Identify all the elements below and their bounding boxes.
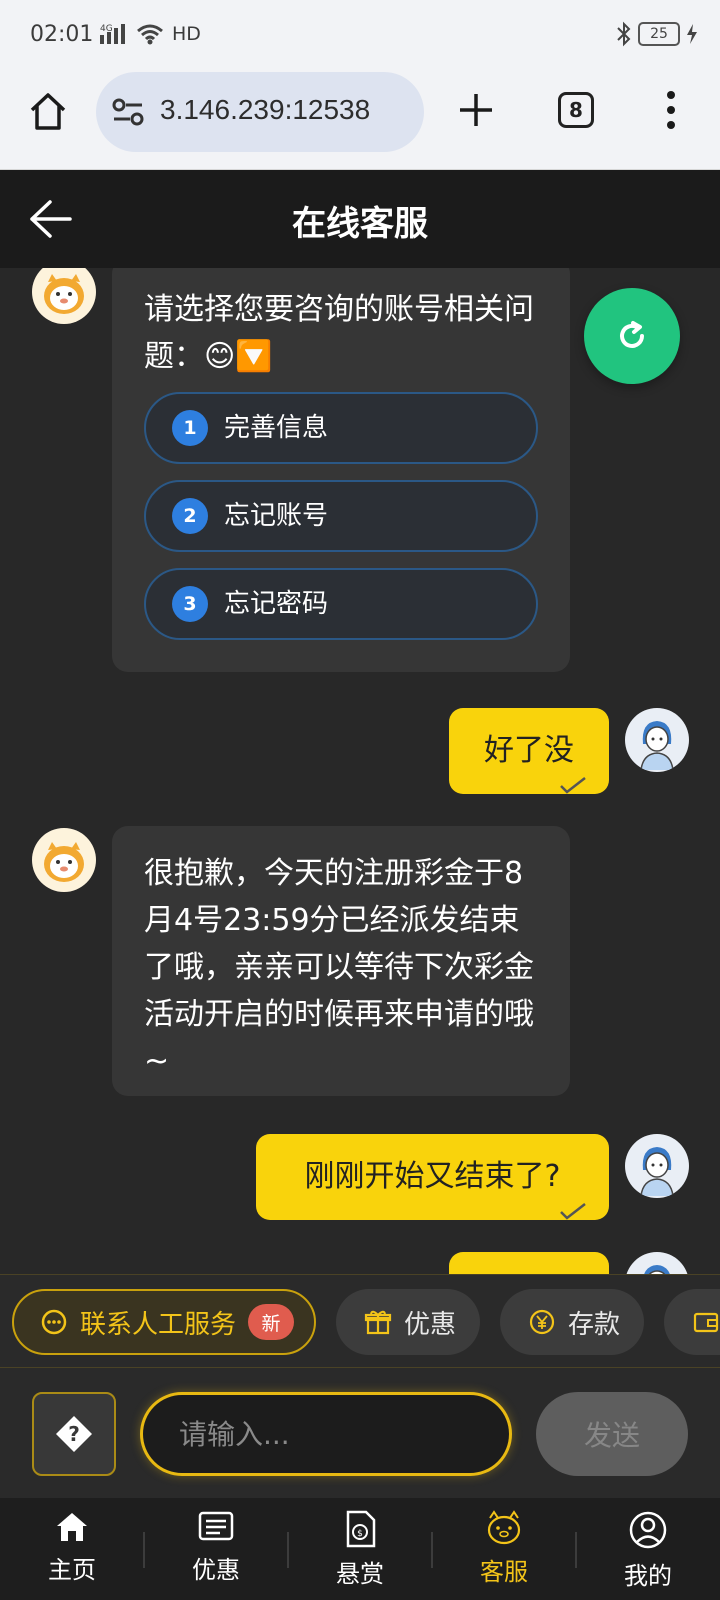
bottom-navigation: 主页 优惠 $ 悬赏 客服 我的: [0, 1498, 720, 1600]
user-message: 好了没: [449, 708, 609, 794]
mascot-icon: [487, 1510, 521, 1545]
option-number-badge: 3: [172, 586, 208, 622]
chip-label: 联系人工服务: [80, 1309, 237, 1340]
promo-chip[interactable]: 优惠: [336, 1289, 480, 1355]
battery-indicator: 25: [638, 22, 680, 46]
deposit-chip[interactable]: 存款: [500, 1289, 644, 1355]
user-message: 刚刚开始又结束了?: [256, 1134, 609, 1220]
url-text[interactable]: 3.146.239:12538: [160, 94, 410, 126]
nav-label: 悬赏: [336, 1560, 384, 1588]
user-avatar-icon: [640, 721, 674, 771]
contact-human-service-chip[interactable]: 联系人工服务 新: [12, 1289, 316, 1355]
nav-home[interactable]: 主页: [0, 1510, 144, 1596]
document-coin-icon: $: [346, 1510, 376, 1548]
bot-reply-message: 很抱歉，今天的注册彩金于8月4号23:59分已经派发结束了哦，亲亲可以等待下次彩…: [112, 826, 570, 1096]
browser-toolbar: 3.146.239:12538 8: [0, 72, 720, 170]
bot-avatar: [32, 268, 96, 324]
option-number-badge: 2: [172, 498, 208, 534]
status-bar: 02:01 4G HD 25: [0, 0, 720, 72]
new-badge: 新: [248, 1304, 295, 1340]
chip-label: 优惠: [404, 1309, 457, 1340]
site-settings-icon[interactable]: [112, 98, 144, 126]
profile-icon: [629, 1511, 667, 1549]
charging-icon: [687, 24, 697, 44]
app-header: 在线客服: [0, 170, 720, 268]
user-avatar-icon: [644, 1265, 670, 1274]
bot-menu-message: 请选择您要咨询的账号相关问题：😊🔽 1 完善信息 2 忘记账号 3 忘记密码: [112, 268, 570, 672]
new-tab-icon[interactable]: [458, 92, 494, 128]
faq-button[interactable]: ?: [32, 1392, 116, 1476]
hd-indicator: HD: [172, 23, 201, 45]
mascot-avatar-icon: [44, 842, 84, 882]
list-icon: [198, 1511, 234, 1541]
nav-label: 主页: [48, 1556, 96, 1584]
wallet-icon: [693, 1312, 719, 1333]
option-number-badge: 1: [172, 410, 208, 446]
menu-prompt-text: 请选择您要咨询的账号相关问题：😊🔽: [144, 292, 534, 374]
chat-thread[interactable]: 请选择您要咨询的账号相关问题：😊🔽 1 完善信息 2 忘记账号 3 忘记密码 好…: [0, 268, 720, 1274]
nav-label: 客服: [480, 1558, 528, 1586]
bot-avatar: [32, 828, 96, 892]
status-time: 02:01: [30, 22, 94, 47]
more-menu-icon[interactable]: [664, 90, 678, 130]
menu-option-forgot-account[interactable]: 2 忘记账号: [144, 480, 538, 552]
send-button[interactable]: 发送: [536, 1392, 688, 1476]
wallet-chip[interactable]: [664, 1289, 720, 1355]
nav-label: 我的: [624, 1562, 672, 1590]
option-label: 完善信息: [224, 412, 329, 443]
user-avatar: [625, 708, 689, 772]
option-label: 忘记账号: [224, 500, 329, 531]
question-diamond-icon: ?: [56, 1416, 92, 1452]
menu-option-forgot-password[interactable]: 3 忘记密码: [144, 568, 538, 640]
user-avatar-icon: [640, 1147, 674, 1197]
yen-coin-icon: [529, 1309, 555, 1335]
address-bar[interactable]: 3.146.239:12538: [96, 72, 424, 152]
nav-rewards[interactable]: $ 悬赏: [288, 1510, 432, 1596]
user-avatar: [625, 1134, 689, 1198]
message-input[interactable]: [140, 1392, 512, 1476]
browser-home-icon[interactable]: [28, 90, 68, 132]
quick-actions-bar[interactable]: 联系人工服务 新 优惠 存款: [0, 1274, 720, 1368]
user-avatar: [625, 1252, 689, 1274]
nav-promotions[interactable]: 优惠: [144, 1510, 288, 1596]
page-title: 在线客服: [292, 204, 428, 244]
composer: ? 发送: [0, 1368, 720, 1498]
nav-label: 优惠: [192, 1556, 240, 1584]
bluetooth-icon: [617, 21, 631, 47]
tab-switcher-button[interactable]: 8: [558, 92, 594, 128]
svg-text:$: $: [357, 1529, 363, 1539]
read-check-icon: [560, 1203, 586, 1220]
home-icon: [57, 1513, 87, 1541]
option-label: 忘记密码: [224, 588, 329, 619]
refresh-icon: [620, 321, 644, 348]
wifi-icon: [137, 24, 163, 45]
cellular-signal-icon: 4G: [100, 24, 125, 44]
chip-label: 存款: [568, 1309, 621, 1340]
nav-profile[interactable]: 我的: [576, 1510, 720, 1596]
mascot-avatar-icon: [44, 274, 84, 314]
user-message-partial: [449, 1252, 609, 1274]
menu-option-complete-info[interactable]: 1 完善信息: [144, 392, 538, 464]
nav-customer-service[interactable]: 客服: [432, 1510, 576, 1596]
read-check-icon: [560, 777, 586, 794]
svg-text:?: ?: [68, 1422, 80, 1446]
refresh-button[interactable]: [584, 288, 680, 384]
gift-icon: [364, 1310, 392, 1335]
chat-bubble-icon: [41, 1309, 67, 1335]
